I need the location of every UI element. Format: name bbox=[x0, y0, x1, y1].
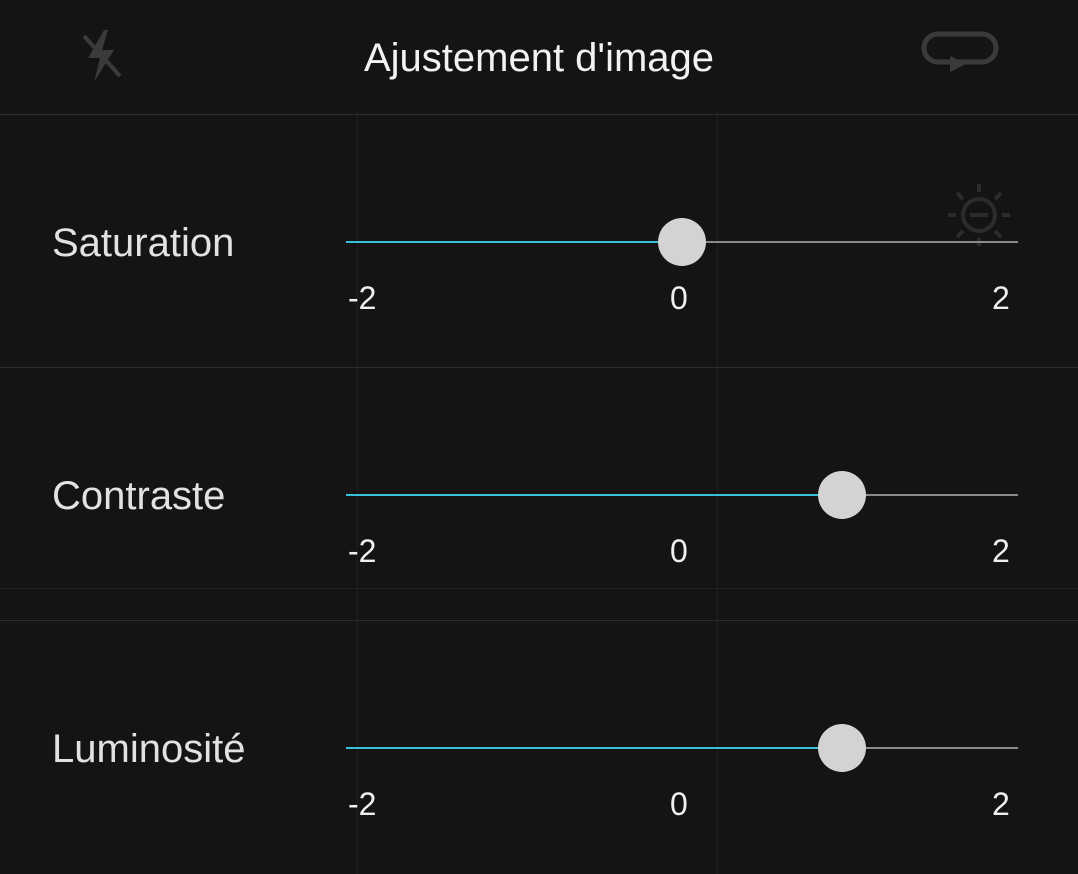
slider-max-label: 2 bbox=[992, 280, 1010, 316]
slider-mid-label: 0 bbox=[670, 280, 688, 316]
slider-max-label: 2 bbox=[992, 786, 1010, 822]
slider-row-saturation: Saturation -2 0 2 bbox=[0, 179, 1078, 329]
divider bbox=[0, 620, 1078, 621]
page-title: Ajustement d'image bbox=[363, 36, 715, 80]
contrast-slider[interactable] bbox=[346, 471, 1018, 519]
slider-row-contrast: Contraste -2 0 2 bbox=[0, 432, 1078, 582]
switch-camera-icon[interactable] bbox=[920, 30, 1002, 76]
divider bbox=[0, 588, 1078, 589]
saturation-slider[interactable] bbox=[346, 218, 1018, 266]
slider-fill bbox=[346, 494, 842, 496]
slider-mid-label: 0 bbox=[670, 533, 688, 569]
contrast-label: Contraste bbox=[52, 474, 226, 518]
slider-thumb[interactable] bbox=[658, 218, 706, 266]
image-adjustment-screen: Ajustement d'image Saturation -2 0 2 Con… bbox=[0, 0, 1078, 874]
slider-row-brightness: Luminosité -2 0 2 bbox=[0, 685, 1078, 835]
brightness-slider[interactable] bbox=[346, 724, 1018, 772]
slider-min-label: -2 bbox=[348, 280, 377, 316]
slider-min-label: -2 bbox=[348, 786, 377, 822]
divider bbox=[0, 367, 1078, 368]
slider-fill bbox=[346, 747, 842, 749]
slider-mid-label: 0 bbox=[670, 786, 688, 822]
brightness-label: Luminosité bbox=[52, 727, 246, 771]
slider-thumb[interactable] bbox=[818, 471, 866, 519]
slider-fill bbox=[346, 241, 682, 243]
saturation-label: Saturation bbox=[52, 221, 235, 265]
slider-max-label: 2 bbox=[992, 533, 1010, 569]
slider-min-label: -2 bbox=[348, 533, 377, 569]
header: Ajustement d'image bbox=[0, 0, 1078, 114]
slider-thumb[interactable] bbox=[818, 724, 866, 772]
divider bbox=[0, 114, 1078, 115]
